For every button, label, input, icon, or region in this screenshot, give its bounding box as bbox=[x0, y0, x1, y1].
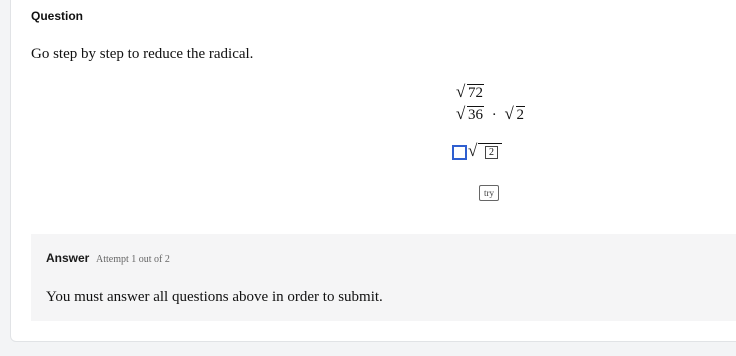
radical-36: √ 36 bbox=[456, 104, 484, 123]
radical-bar bbox=[478, 143, 502, 144]
radical-sign-icon: √ bbox=[456, 104, 466, 123]
radicand-input[interactable]: 2 bbox=[485, 146, 498, 159]
question-card: Question Go step by step to reduce the r… bbox=[10, 0, 736, 342]
radical-72: √ 72 bbox=[456, 82, 484, 101]
radical-expression-top: √ 72 bbox=[456, 82, 484, 101]
radical-2: √ 2 bbox=[504, 104, 525, 123]
radical-sign-icon: √ bbox=[504, 104, 514, 123]
question-heading: Question bbox=[31, 9, 84, 23]
radical-expression-product: √ 36 · √ 2 bbox=[456, 104, 525, 123]
try-button[interactable]: try bbox=[479, 185, 499, 201]
radical-sign-icon: √ bbox=[456, 82, 466, 101]
radical-sign-icon: √ bbox=[468, 141, 478, 160]
attempt-counter: Attempt 1 out of 2 bbox=[96, 254, 170, 265]
coefficient-input[interactable] bbox=[452, 145, 467, 160]
multiply-dot: · bbox=[491, 107, 497, 123]
question-prompt: Go step by step to reduce the radical. bbox=[31, 46, 254, 62]
answer-panel: Answer Attempt 1 out of 2 You must answe… bbox=[31, 234, 736, 321]
answer-heading: Answer bbox=[46, 251, 90, 265]
submit-message: You must answer all questions above in o… bbox=[46, 289, 383, 305]
